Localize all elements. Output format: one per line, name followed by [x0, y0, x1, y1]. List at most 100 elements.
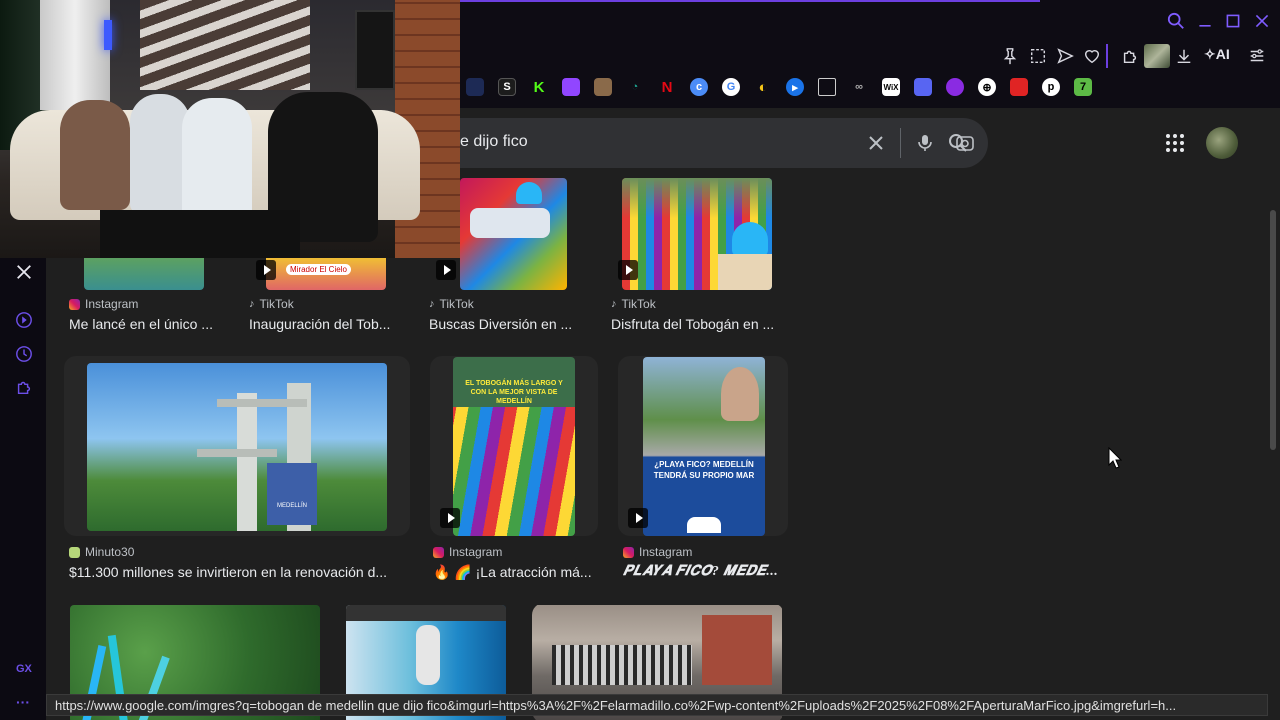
instagram-icon — [433, 546, 444, 558]
link-icon[interactable]: ∞ — [850, 78, 868, 96]
search-divider — [900, 128, 901, 158]
x-twitter-icon[interactable] — [14, 262, 34, 282]
curtain-shape — [40, 0, 110, 110]
roof-shape — [346, 605, 506, 621]
result-title[interactable]: Disfruta del Tobogán en ... — [611, 316, 791, 332]
result-thumbnail: EL TOBOGÁN MÁS LARGO Y CON LA MEJOR VIST… — [453, 357, 575, 536]
crescent-icon[interactable]: ◐ — [754, 78, 772, 96]
result-title[interactable]: 𝑷𝑳𝑨𝒀𝑨 𝑭𝑰𝑪𝑶? 𝑴𝑬𝑫𝑬... — [623, 564, 789, 580]
google-account-avatar[interactable] — [1206, 127, 1238, 159]
play-bookmark-icon[interactable]: ▸ — [786, 78, 804, 96]
search-bar[interactable]: e dijo fico — [430, 118, 988, 168]
helmet-shape — [516, 182, 542, 204]
scrollbar-thumb[interactable] — [1270, 210, 1276, 450]
send-icon[interactable] — [1053, 44, 1077, 68]
netflix-icon[interactable]: N — [658, 78, 676, 96]
result-source: Minuto30 — [69, 545, 134, 559]
status-url-tooltip: https://www.google.com/imgres?q=tobogan … — [46, 694, 1268, 716]
bookmark-purple-icon[interactable] — [946, 78, 964, 96]
staircase-shape — [140, 0, 310, 90]
snapshot-icon[interactable] — [1026, 44, 1050, 68]
more-options-icon[interactable]: ··· — [16, 694, 30, 710]
google-apps-icon[interactable] — [1164, 132, 1188, 156]
ai-label: AI — [1215, 46, 1230, 62]
bookmark-globe-icon[interactable]: ⊕ — [978, 78, 996, 96]
result-tile[interactable]: EL TOBOGÁN MÁS LARGO Y CON LA MEJOR VIST… — [430, 356, 598, 536]
history-icon[interactable] — [14, 344, 34, 364]
sky-fade — [622, 178, 772, 218]
pin-icon[interactable] — [998, 44, 1022, 68]
bookmark-s-icon[interactable]: S — [498, 78, 516, 96]
person-shape — [130, 94, 190, 214]
video-play-icon — [628, 508, 648, 528]
thumb-caption: ¿PLAYA FICO? MEDELLÍN TENDRÁ SU PROPIO M… — [653, 460, 755, 480]
google-icon[interactable]: G — [722, 78, 740, 96]
sidebar-extensions-icon[interactable] — [14, 377, 34, 397]
person-shape — [60, 100, 130, 210]
result-title[interactable]: Buscas Diversión en ... — [429, 316, 589, 332]
mouse-cursor-icon — [1108, 446, 1123, 474]
rider-shape — [718, 254, 772, 290]
desk-shape — [100, 210, 300, 258]
portrait-shape — [721, 367, 759, 421]
banner-shape: MEDELLÍN — [267, 463, 317, 525]
result-source: Instagram — [623, 545, 692, 559]
platform-shape — [197, 449, 277, 457]
bookmark-blue-icon[interactable] — [914, 78, 932, 96]
result-title[interactable]: 🔥 🌈 ¡La atracción má... — [433, 564, 599, 581]
download-icon[interactable] — [1172, 44, 1196, 68]
document-icon[interactable] — [818, 78, 836, 96]
twitch-icon[interactable] — [562, 78, 580, 96]
search-tabs-icon[interactable] — [1165, 12, 1187, 34]
video-play-icon — [436, 260, 456, 280]
wix-icon[interactable]: WiX — [882, 78, 900, 96]
bookmark-red-icon[interactable] — [1010, 78, 1028, 96]
webcam-overlay — [0, 0, 460, 258]
gx-label[interactable]: GX — [16, 663, 32, 675]
instagram-icon — [623, 546, 634, 558]
heart-icon[interactable] — [1080, 44, 1104, 68]
search-input[interactable]: e dijo fico — [460, 133, 528, 151]
extensions-icon[interactable] — [1118, 44, 1142, 68]
video-play-icon — [618, 260, 638, 280]
result-tile[interactable]: ¿PLAYA FICO? MEDELLÍN TENDRÁ SU PROPIO M… — [618, 356, 788, 536]
bookmark-icon[interactable] — [466, 78, 484, 96]
tiktok-icon: ♪ — [249, 298, 255, 310]
search-icon[interactable] — [946, 131, 970, 155]
result-tile[interactable]: MEDELLÍN — [64, 356, 410, 536]
crowd-shape — [552, 645, 692, 685]
result-title[interactable]: $11.300 millones se invirtieron en la re… — [69, 564, 409, 580]
tradingview-icon[interactable]: ◔ — [626, 78, 644, 96]
bookmark-avatar-icon[interactable] — [594, 78, 612, 96]
page-scrollbar[interactable] — [1268, 108, 1280, 720]
result-source: ♪ TikTok — [429, 297, 474, 311]
person-shape — [416, 625, 440, 685]
result-title[interactable]: Inauguración del Tob... — [249, 316, 409, 332]
player-icon[interactable] — [14, 310, 34, 330]
bookmark-c-icon[interactable]: c — [690, 78, 708, 96]
wall-frame-shape — [355, 10, 395, 90]
bookmark-p-icon[interactable]: p — [1042, 78, 1060, 96]
close-window-icon[interactable] — [1251, 12, 1273, 34]
magic-wand-icon: ✧ — [1204, 46, 1216, 62]
profile-avatar[interactable] — [1144, 44, 1170, 68]
kick-icon[interactable]: K — [530, 78, 548, 96]
bookmark-7-icon[interactable]: 7 — [1074, 78, 1092, 96]
minuto30-icon — [69, 546, 80, 558]
aria-ai-button[interactable]: ✧AI — [1204, 46, 1230, 63]
microphone-icon[interactable] — [913, 131, 937, 155]
thumb-caption: EL TOBOGÁN MÁS LARGO Y CON LA MEJOR VIST… — [465, 380, 563, 405]
tiktok-icon: ♪ — [429, 298, 435, 310]
result-thumbnail — [622, 178, 772, 290]
easy-setup-icon[interactable] — [1245, 44, 1269, 68]
result-source: ♪ TikTok — [249, 297, 294, 311]
video-play-icon — [256, 260, 276, 280]
result-source: ♪ TikTok — [611, 297, 656, 311]
result-tile[interactable] — [608, 178, 786, 290]
result-title[interactable]: Me lancé en el único ... — [69, 316, 229, 332]
maximize-icon[interactable] — [1222, 12, 1244, 34]
platform-shape — [217, 399, 307, 407]
building-shape — [702, 615, 772, 685]
clear-search-icon[interactable] — [864, 131, 888, 155]
minimize-icon[interactable] — [1194, 12, 1216, 34]
